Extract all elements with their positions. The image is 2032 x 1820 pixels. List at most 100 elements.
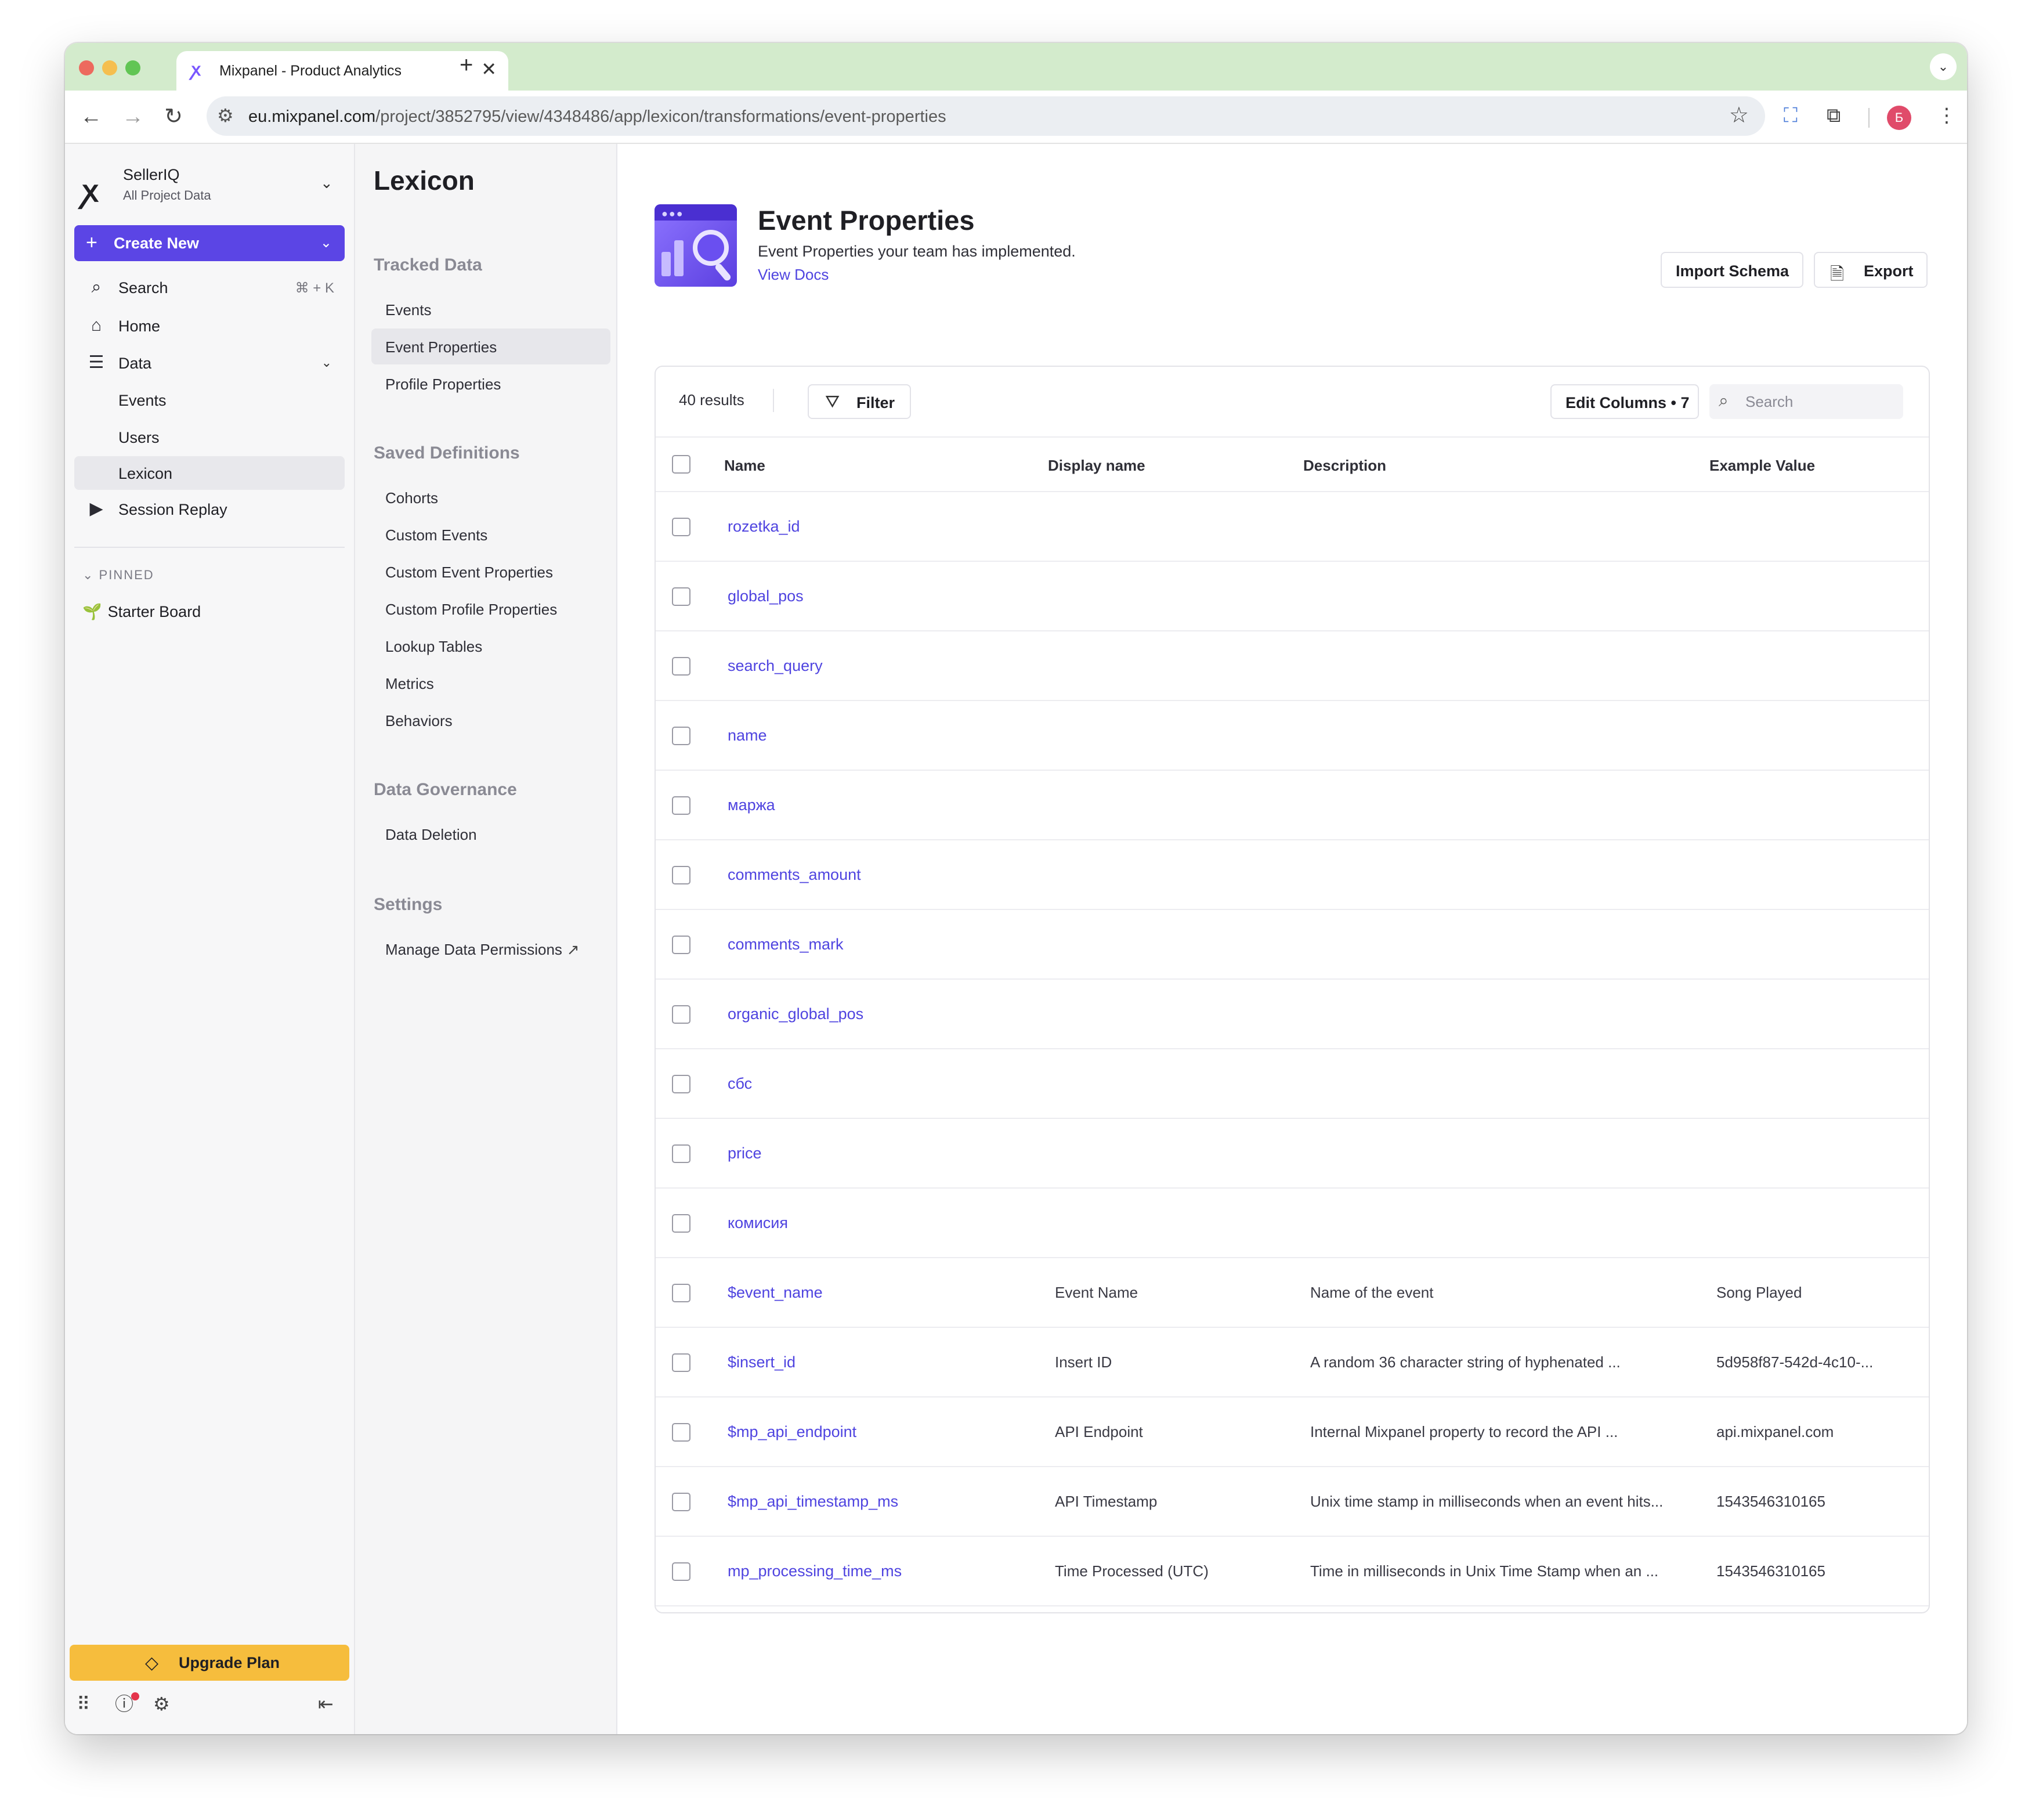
chevron-down-icon[interactable]: ⌄ [320,174,333,192]
property-name-link[interactable]: комисия [728,1214,788,1232]
filter-button[interactable]: ⛛ Filter [808,384,911,419]
table-row[interactable]: маржа [656,771,1929,840]
column-header-description[interactable]: Description [1303,457,1386,475]
lexicon-item-metrics[interactable]: Metrics [371,665,610,701]
edit-columns-button[interactable]: Edit Columns • 7 [1550,384,1699,419]
sidebar-item-users[interactable]: Users [74,420,345,454]
row-checkbox[interactable] [672,1214,690,1233]
property-name-link[interactable]: global_pos [728,587,804,605]
sidebar-item-events[interactable]: Events [74,383,345,417]
table-row[interactable]: $mp_api_timestamp_ms API Timestamp Unix ti… [656,1467,1929,1537]
row-checkbox[interactable] [672,518,690,536]
table-row[interactable]: comments_amount [656,840,1929,910]
column-header-example-value[interactable]: Example Value [1709,457,1815,475]
row-checkbox[interactable] [672,657,690,676]
property-name-link[interactable]: сбс [728,1075,752,1093]
property-name-link[interactable]: mp_processing_time_ms [728,1562,902,1580]
browser-menu-icon[interactable]: ⋮ [1937,101,1957,130]
lexicon-item-manage-data-permissions[interactable]: Manage Data Permissions ↗ [371,931,610,967]
property-name-link[interactable]: $event_name [728,1284,823,1302]
row-checkbox[interactable] [672,1493,690,1511]
row-checkbox[interactable] [672,727,690,745]
lexicon-item-custom-profile-properties[interactable]: Custom Profile Properties [371,591,610,627]
sidebar-item-search[interactable]: ⌕ Search ⌘ + K [74,270,345,304]
close-window-button[interactable] [79,60,94,75]
tab-search-chevron-icon[interactable]: ⌄ [1930,53,1957,80]
property-name-link[interactable]: organic_global_pos [728,1005,863,1023]
sidebar-item-session-replay[interactable]: ▶ Session Replay [74,492,345,526]
row-checkbox[interactable] [672,936,690,954]
tab-close-icon[interactable]: ✕ [481,58,497,80]
pinned-section-label[interactable]: ⌄ PINNED [82,568,154,583]
lexicon-item-behaviors[interactable]: Behaviors [371,702,610,738]
lexicon-item-events[interactable]: Events [371,291,610,327]
org-name[interactable]: SellerIQ [123,166,180,184]
export-button[interactable]: 🗎 Export [1814,252,1928,288]
address-bar[interactable]: ⚙ eu.mixpanel.com/project/3852795/view/4… [207,96,1765,136]
url-text[interactable]: eu.mixpanel.com/project/3852795/view/434… [248,107,946,127]
property-name-link[interactable]: price [728,1144,762,1162]
table-row[interactable]: search_query [656,631,1929,701]
property-name-link[interactable]: comments_mark [728,936,844,954]
create-new-button[interactable]: + Create New ⌄ [74,225,345,261]
select-all-checkbox[interactable] [672,455,690,474]
property-name-link[interactable]: $mp_api_timestamp_ms [728,1493,898,1511]
table-row[interactable]: $insert_id Insert ID A random 36 character… [656,1328,1929,1398]
back-arrow-icon[interactable]: ← [77,102,106,131]
property-name-link[interactable]: name [728,727,767,745]
table-row[interactable]: $mp_api_endpoint API Endpoint Internal Mix… [656,1398,1929,1467]
table-row[interactable]: price [656,1119,1929,1189]
lexicon-item-custom-event-properties[interactable]: Custom Event Properties [371,554,610,590]
property-name-link[interactable]: $insert_id [728,1353,796,1371]
property-name-link[interactable]: comments_amount [728,866,861,884]
new-tab-button[interactable]: + [460,53,473,77]
table-row[interactable]: comments_mark [656,910,1929,980]
row-checkbox[interactable] [672,866,690,884]
site-settings-icon[interactable]: ⚙ [217,104,234,127]
reload-icon[interactable]: ↻ [159,102,188,131]
chevron-down-icon[interactable]: ⌄ [320,234,332,251]
browser-tab[interactable]: ꭗ Mixpanel - Product Analytics ✕ [176,51,508,91]
lexicon-item-custom-events[interactable]: Custom Events [371,517,610,552]
import-schema-button[interactable]: Import Schema [1661,252,1803,288]
property-name-link[interactable]: $mp_api_endpoint [728,1423,856,1441]
row-checkbox[interactable] [672,1075,690,1093]
bookmark-star-icon[interactable]: ☆ [1729,102,1749,128]
table-row[interactable]: $event_name Event Name Name of the event So… [656,1258,1929,1328]
search-input[interactable] [1745,391,1896,412]
collapse-sidebar-icon[interactable]: ⇤ [318,1692,334,1716]
row-checkbox[interactable] [672,1005,690,1024]
table-row[interactable]: mp_processing_time_ms Time Processed (UTC… [656,1537,1929,1606]
table-search[interactable]: ⌕ [1709,384,1903,419]
lexicon-item-profile-properties[interactable]: Profile Properties [371,366,610,402]
profile-avatar[interactable]: Б [1887,106,1911,130]
row-checkbox[interactable] [672,1284,690,1302]
forward-arrow-icon[interactable]: → [118,102,147,131]
property-name-link[interactable]: маржа [728,796,775,814]
sidebar-item-data[interactable]: ☰ Data ⌄ [74,346,345,380]
row-checkbox[interactable] [672,796,690,815]
row-checkbox[interactable] [672,1144,690,1163]
chevron-down-icon[interactable]: ⌄ [321,355,332,370]
view-docs-link[interactable]: View Docs [758,266,829,284]
table-row[interactable]: сбс [656,1049,1929,1119]
extensions-puzzle-icon[interactable]: ⧉ [1827,101,1841,130]
table-row[interactable]: комисия [656,1189,1929,1258]
lexicon-item-cohorts[interactable]: Cohorts [371,479,610,515]
translate-icon[interactable]: ⛶ [1784,101,1798,130]
lexicon-item-event-properties[interactable]: Event Properties [371,328,610,364]
sidebar-item-home[interactable]: ⌂ Home [74,309,345,342]
lexicon-item-data-deletion[interactable]: Data Deletion [371,816,610,852]
column-header-display-name[interactable]: Display name [1048,457,1145,475]
table-row[interactable]: global_pos [656,562,1929,631]
sidebar-item-lexicon[interactable]: Lexicon [74,456,345,490]
row-checkbox[interactable] [672,1353,690,1372]
settings-gear-icon[interactable]: ⚙ [153,1692,170,1716]
table-row[interactable]: name [656,701,1929,771]
property-name-link[interactable]: rozetka_id [728,518,800,536]
org-subtitle[interactable]: All Project Data [123,188,211,203]
row-checkbox[interactable] [672,587,690,606]
table-row[interactable]: rozetka_id [656,492,1929,562]
pinned-item-starter-board[interactable]: 🌱 Starter Board [82,602,201,621]
row-checkbox[interactable] [672,1562,690,1581]
